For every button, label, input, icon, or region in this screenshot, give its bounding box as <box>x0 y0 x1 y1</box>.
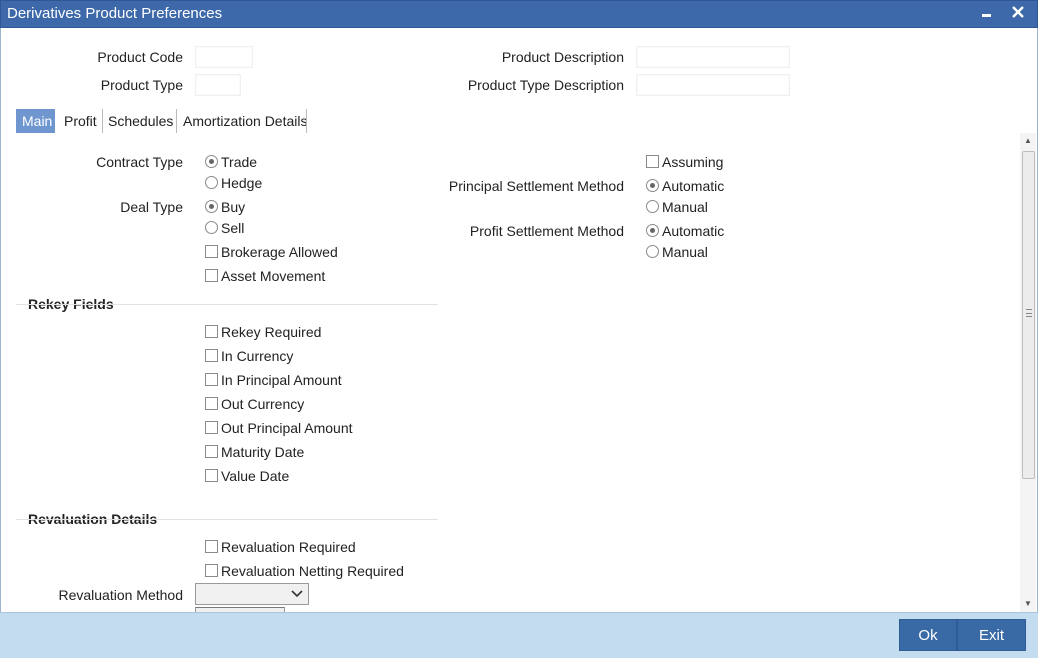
scroll-down-icon[interactable]: ▼ <box>1020 596 1036 612</box>
principal-settlement-manual-radio[interactable] <box>646 200 659 213</box>
profit-settlement-manual-label: Manual <box>662 244 708 260</box>
deal-type-sell-radio[interactable] <box>205 221 218 234</box>
out-currency-checkbox[interactable] <box>205 397 218 410</box>
contract-type-trade-radio[interactable] <box>205 155 218 168</box>
window-title: Derivatives Product Preferences <box>7 5 223 22</box>
out-currency-label: Out Currency <box>221 396 305 412</box>
rekey-required-checkbox[interactable] <box>205 325 218 338</box>
rekey-required-label: Rekey Required <box>221 324 322 340</box>
section-divider <box>16 519 438 520</box>
value-date-label: Value Date <box>221 468 290 484</box>
principal-settlement-automatic-label: Automatic <box>662 178 725 194</box>
maturity-date-checkbox[interactable] <box>205 445 218 458</box>
asset-movement-label: Asset Movement <box>221 268 326 284</box>
deal-type-buy-label: Buy <box>221 199 246 215</box>
scrollbar-thumb[interactable] <box>1022 151 1035 479</box>
revaluation-netting-required-checkbox[interactable] <box>205 564 218 577</box>
out-principal-amount-label: Out Principal Amount <box>221 420 353 436</box>
grip-icon <box>1026 309 1032 317</box>
in-currency-label: In Currency <box>221 348 294 364</box>
tab-amortization-details[interactable]: Amortization Details <box>177 109 314 133</box>
revaluation-method-select[interactable] <box>195 583 309 605</box>
profit-settlement-label: Profit Settlement Method <box>469 223 624 239</box>
exit-button[interactable]: Exit <box>957 619 1026 651</box>
value-date-checkbox[interactable] <box>205 469 218 482</box>
product-type-description-field[interactable] <box>636 74 790 96</box>
revaluation-required-checkbox[interactable] <box>205 540 218 553</box>
product-description-label: Product Description <box>501 49 624 65</box>
deal-type-label: Deal Type <box>120 199 183 215</box>
product-description-field[interactable] <box>636 46 790 68</box>
vertical-scrollbar[interactable]: ▲ ▼ <box>1020 133 1036 612</box>
minimize-icon[interactable] <box>977 2 997 24</box>
profit-settlement-automatic-radio[interactable] <box>646 224 659 237</box>
revaluation-method-label: Revaluation Method <box>58 587 183 603</box>
in-principal-amount-checkbox[interactable] <box>205 373 218 386</box>
contract-type-hedge-radio[interactable] <box>205 176 218 189</box>
window-titlebar: Derivatives Product Preferences <box>0 0 1038 28</box>
product-type-field[interactable] <box>195 74 241 96</box>
product-code-field[interactable] <box>195 46 253 68</box>
in-currency-checkbox[interactable] <box>205 349 218 362</box>
section-divider <box>16 304 438 305</box>
in-principal-amount-label: In Principal Amount <box>221 372 342 388</box>
assuming-checkbox[interactable] <box>646 155 659 168</box>
deal-type-buy-radio[interactable] <box>205 200 218 213</box>
brokerage-allowed-label: Brokerage Allowed <box>221 244 338 260</box>
dialog-footer: Ok Exit <box>0 612 1038 658</box>
principal-settlement-automatic-radio[interactable] <box>646 179 659 192</box>
principal-settlement-manual-label: Manual <box>662 199 708 215</box>
close-icon[interactable] <box>1008 2 1028 24</box>
chevron-down-icon <box>290 586 304 600</box>
assuming-label: Assuming <box>662 154 724 170</box>
principal-settlement-label: Principal Settlement Method <box>448 178 624 194</box>
tab-main[interactable]: Main <box>16 109 55 133</box>
scroll-up-icon[interactable]: ▲ <box>1020 133 1036 149</box>
asset-movement-checkbox[interactable] <box>205 269 218 282</box>
contract-type-trade-label: Trade <box>221 154 258 170</box>
revaluation-netting-required-label: Revaluation Netting Required <box>221 563 404 579</box>
out-principal-amount-checkbox[interactable] <box>205 421 218 434</box>
contract-type-hedge-label: Hedge <box>221 175 263 191</box>
product-type-label: Product Type <box>100 77 183 93</box>
product-code-label: Product Code <box>97 49 183 65</box>
profit-settlement-manual-radio[interactable] <box>646 245 659 258</box>
ok-button[interactable]: Ok <box>899 619 957 651</box>
contract-type-label: Contract Type <box>96 154 183 170</box>
product-type-description-label: Product Type Description <box>467 77 624 93</box>
tab-schedules[interactable]: Schedules <box>102 109 179 133</box>
deal-type-sell-label: Sell <box>221 220 245 236</box>
revaluation-required-label: Revaluation Required <box>221 539 356 555</box>
tab-profit[interactable]: Profit <box>58 109 103 133</box>
tab-separator <box>306 109 307 133</box>
profit-settlement-automatic-label: Automatic <box>662 223 725 239</box>
maturity-date-label: Maturity Date <box>221 444 305 460</box>
brokerage-allowed-checkbox[interactable] <box>205 245 218 258</box>
